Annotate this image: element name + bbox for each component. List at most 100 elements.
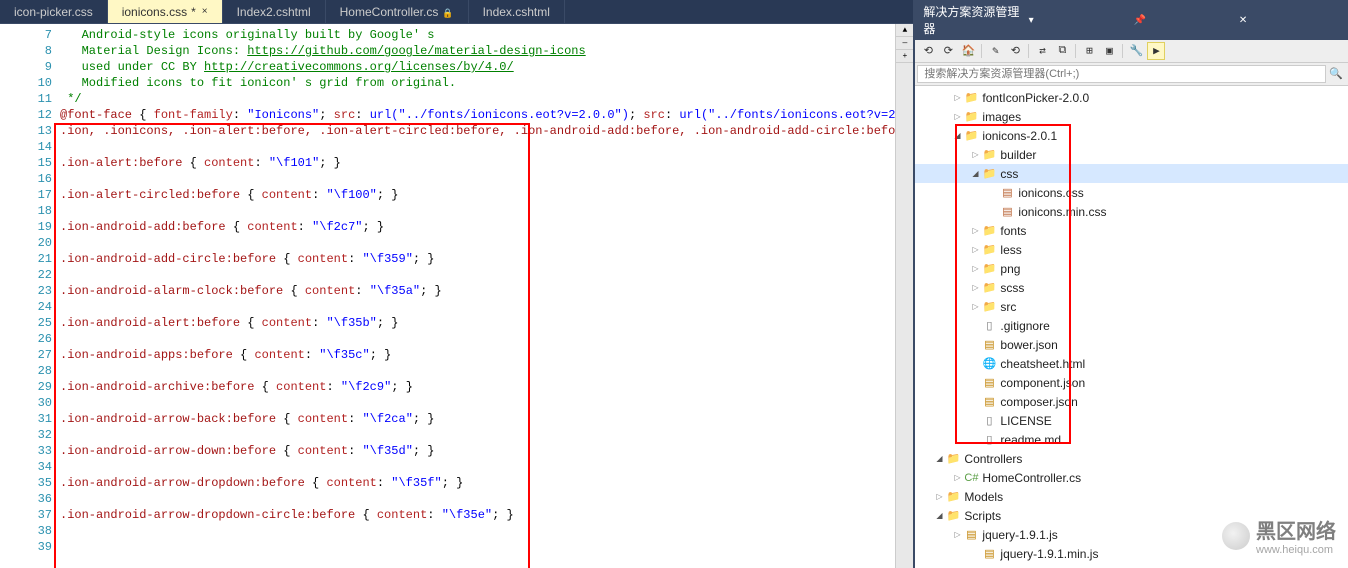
tab-icon-picker-css[interactable]: icon-picker.css xyxy=(0,0,108,23)
expander-icon[interactable] xyxy=(951,530,963,539)
close-tab-icon[interactable]: × xyxy=(202,6,208,17)
toolbar-button[interactable]: ⟲ xyxy=(1006,42,1024,60)
expander-icon[interactable] xyxy=(951,131,963,140)
tree-item-composer-json[interactable]: ▤composer.json xyxy=(915,392,1348,411)
code-line[interactable] xyxy=(60,235,895,251)
tree-item-jquery-1-9-1-min-js[interactable]: ▤jquery-1.9.1.min.js xyxy=(915,544,1348,563)
code-line[interactable]: used under CC BY http://creativecommons.… xyxy=(60,59,895,75)
code-line[interactable]: */ xyxy=(60,91,895,107)
tree-item-src[interactable]: 📁src xyxy=(915,297,1348,316)
toolbar-button[interactable]: ▶ xyxy=(1147,42,1165,60)
code-line[interactable] xyxy=(60,203,895,219)
code-line[interactable]: .ion-android-alert:before { content: "\f… xyxy=(60,315,895,331)
tree-item-license[interactable]: ▯LICENSE xyxy=(915,411,1348,430)
tree-item-ionicons-css[interactable]: ▤ionicons.css xyxy=(915,183,1348,202)
tree-item-readme-md[interactable]: ▯readme.md xyxy=(915,430,1348,449)
tree-item-fonts[interactable]: 📁fonts xyxy=(915,221,1348,240)
tree-item-css[interactable]: 📁css xyxy=(915,164,1348,183)
tree-item-jquery-1-9-1-js[interactable]: ▤jquery-1.9.1.js xyxy=(915,525,1348,544)
tree-item-bower-json[interactable]: ▤bower.json xyxy=(915,335,1348,354)
tree-item-fonticonpicker-2-0-0[interactable]: 📁fontIconPicker-2.0.0 xyxy=(915,88,1348,107)
close-icon[interactable]: ✕ xyxy=(1239,15,1340,26)
expander-icon[interactable] xyxy=(969,169,981,178)
expander-icon[interactable] xyxy=(969,283,981,292)
code-line[interactable]: .ion, .ionicons, .ion-alert:before, .ion… xyxy=(60,123,895,139)
tree-item--gitignore[interactable]: ▯.gitignore xyxy=(915,316,1348,335)
tree-item-homecontroller-cs[interactable]: C#HomeController.cs xyxy=(915,468,1348,487)
tab-index2-cshtml[interactable]: Index2.cshtml xyxy=(223,0,326,23)
nav-dash-icon[interactable]: — xyxy=(896,37,913,50)
code-line[interactable] xyxy=(60,523,895,539)
tree-item-ionicons-2-0-1[interactable]: 📁ionicons-2.0.1 xyxy=(915,126,1348,145)
expander-icon[interactable] xyxy=(969,264,981,273)
tree-item-less[interactable]: 📁less xyxy=(915,240,1348,259)
tree-item-cheatsheet-html[interactable]: 🌐cheatsheet.html xyxy=(915,354,1348,373)
toolbar-button[interactable]: ✎ xyxy=(986,42,1004,60)
toolbar-button[interactable]: ⇄ xyxy=(1033,42,1051,60)
tree-item-scss[interactable]: 📁scss xyxy=(915,278,1348,297)
code-line[interactable]: .ion-alert:before { content: "\f101"; } xyxy=(60,155,895,171)
code-line[interactable]: @font-face { font-family: "Ionicons"; sr… xyxy=(60,107,895,123)
code-line[interactable] xyxy=(60,395,895,411)
toolbar-button[interactable]: 🔧 xyxy=(1127,42,1145,60)
expander-icon[interactable] xyxy=(969,226,981,235)
code-line[interactable]: .ion-alert-circled:before { content: "\f… xyxy=(60,187,895,203)
nav-up-icon[interactable]: ▲ xyxy=(896,24,913,37)
search-icon[interactable]: 🔍 xyxy=(1326,65,1346,83)
code-line[interactable]: .ion-android-add-circle:before { content… xyxy=(60,251,895,267)
solution-tree[interactable]: 📁fontIconPicker-2.0.0📁images📁ionicons-2.… xyxy=(915,86,1348,568)
code-line[interactable] xyxy=(60,267,895,283)
tab-ionicons-css[interactable]: ionicons.css× xyxy=(108,0,223,23)
toolbar-button[interactable]: ⟲ xyxy=(919,42,937,60)
expander-icon[interactable] xyxy=(969,302,981,311)
expander-icon[interactable] xyxy=(969,150,981,159)
code-line[interactable]: .ion-android-arrow-dropdown:before { con… xyxy=(60,475,895,491)
tab-index-cshtml[interactable]: Index.cshtml xyxy=(469,0,565,23)
tree-item-models[interactable]: 📁Models xyxy=(915,487,1348,506)
tree-item-controllers[interactable]: 📁Controllers xyxy=(915,449,1348,468)
code-line[interactable] xyxy=(60,459,895,475)
expander-icon[interactable] xyxy=(969,245,981,254)
code-line[interactable] xyxy=(60,427,895,443)
expander-icon[interactable] xyxy=(951,473,963,482)
code-line[interactable] xyxy=(60,491,895,507)
toolbar-button[interactable]: ⧉ xyxy=(1053,42,1071,60)
toolbar-button[interactable]: ▣ xyxy=(1100,42,1118,60)
search-input[interactable] xyxy=(917,65,1326,83)
expander-icon[interactable] xyxy=(933,454,945,463)
code-line[interactable]: .ion-android-add:before { content: "\f2c… xyxy=(60,219,895,235)
expander-icon[interactable] xyxy=(951,93,963,102)
code-line[interactable]: .ion-android-archive:before { content: "… xyxy=(60,379,895,395)
code-line[interactable]: .ion-android-apps:before { content: "\f3… xyxy=(60,347,895,363)
tree-item-images[interactable]: 📁images xyxy=(915,107,1348,126)
pin-icon[interactable]: 📌 xyxy=(1134,15,1235,26)
tree-item-builder[interactable]: 📁builder xyxy=(915,145,1348,164)
code-line[interactable] xyxy=(60,331,895,347)
tree-item-png[interactable]: 📁png xyxy=(915,259,1348,278)
code-line[interactable]: .ion-android-arrow-dropdown-circle:befor… xyxy=(60,507,895,523)
expander-icon[interactable] xyxy=(951,112,963,121)
code-line[interactable]: Modified icons to fit ionicon' s grid fr… xyxy=(60,75,895,91)
expander-icon[interactable] xyxy=(933,511,945,520)
code-line[interactable] xyxy=(60,363,895,379)
nav-plus-icon[interactable]: + xyxy=(896,50,913,63)
code-line[interactable] xyxy=(60,139,895,155)
code-line[interactable]: .ion-android-alarm-clock:before { conten… xyxy=(60,283,895,299)
code-line[interactable]: .ion-android-arrow-back:before { content… xyxy=(60,411,895,427)
folder-icon: 📁 xyxy=(981,242,997,258)
toolbar-button[interactable]: ⟳ xyxy=(939,42,957,60)
code-line[interactable]: Android-style icons originally built by … xyxy=(60,27,895,43)
code-line[interactable]: .ion-android-arrow-down:before { content… xyxy=(60,443,895,459)
tree-item-component-json[interactable]: ▤component.json xyxy=(915,373,1348,392)
tab-homecontroller-cs[interactable]: HomeController.cs xyxy=(326,0,469,23)
tree-item-scripts[interactable]: 📁Scripts xyxy=(915,506,1348,525)
code-line[interactable] xyxy=(60,299,895,315)
tree-item-ionicons-min-css[interactable]: ▤ionicons.min.css xyxy=(915,202,1348,221)
code-area[interactable]: Android-style icons originally built by … xyxy=(60,24,895,568)
expander-icon[interactable] xyxy=(933,492,945,501)
code-line[interactable] xyxy=(60,171,895,187)
dropdown-icon[interactable]: ▾ xyxy=(1029,15,1130,26)
toolbar-button[interactable]: ⊞ xyxy=(1080,42,1098,60)
toolbar-button[interactable]: 🏠 xyxy=(959,42,977,60)
code-line[interactable]: Material Design Icons: https://github.co… xyxy=(60,43,895,59)
